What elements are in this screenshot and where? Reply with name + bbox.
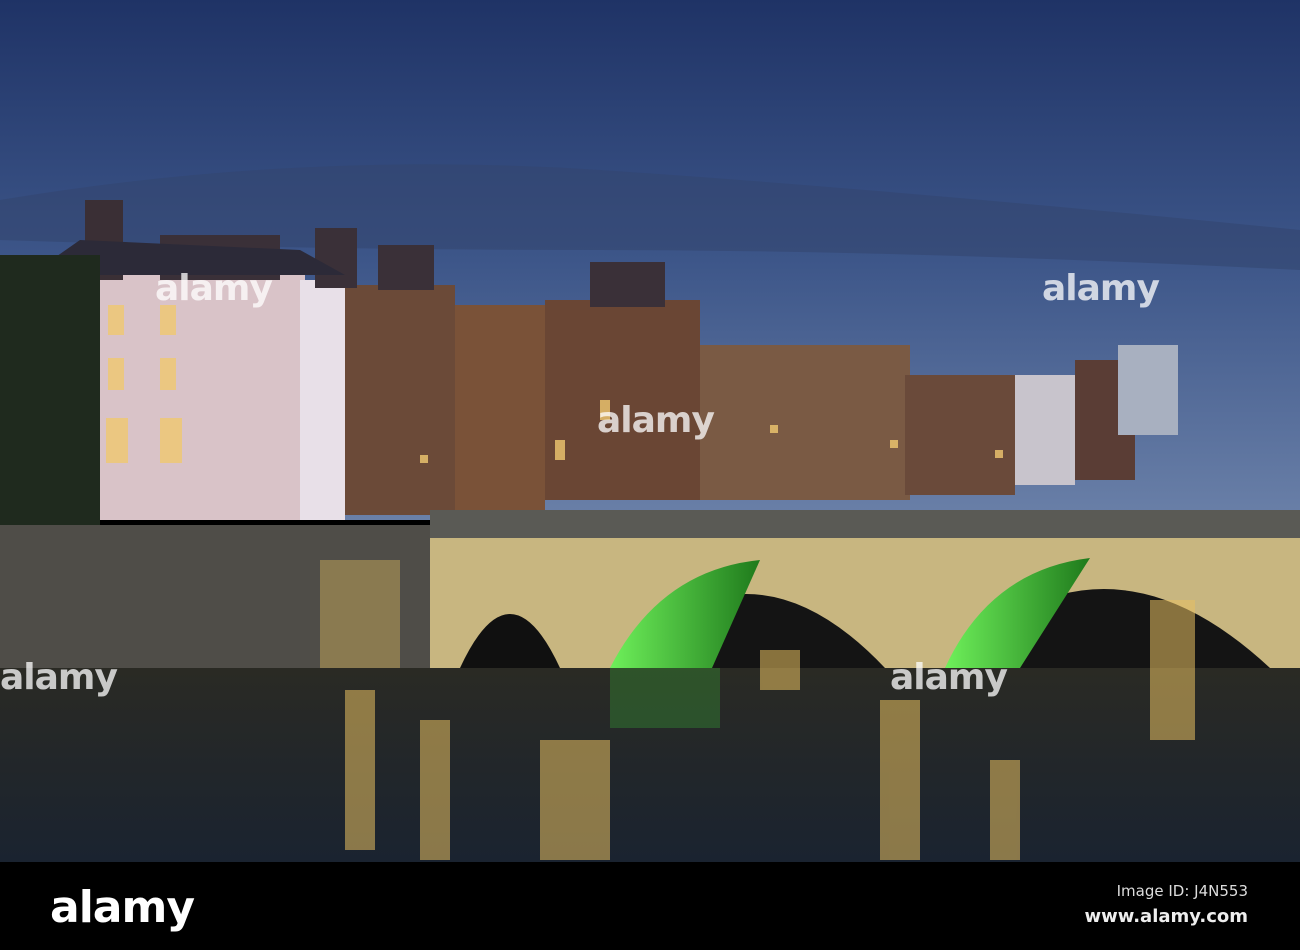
alamy-logo: alamy — [50, 882, 195, 933]
watermark: alamy — [597, 400, 715, 441]
image-id: Image ID: J4N553 — [1116, 882, 1248, 900]
watermark: alamy — [0, 657, 118, 698]
watermark: alamy — [890, 657, 1008, 698]
website-link: www.alamy.com — [1084, 906, 1248, 927]
watermark: alamy — [1042, 268, 1160, 309]
watermark: alamy — [155, 268, 273, 309]
footer-bar: alamy Image ID: J4N553 www.alamy.com — [0, 862, 1300, 950]
